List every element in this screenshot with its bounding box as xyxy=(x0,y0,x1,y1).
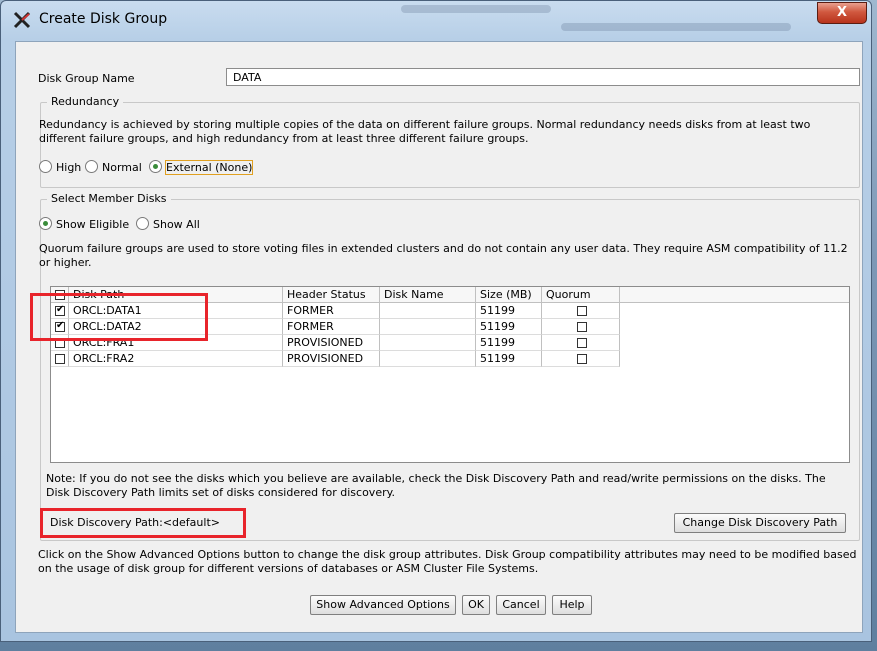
size-cell: 51199 xyxy=(476,351,542,367)
disk-name-cell xyxy=(380,351,476,367)
change-discovery-path-button[interactable]: Change Disk Discovery Path xyxy=(674,513,846,533)
header-status-cell: FORMER xyxy=(283,303,380,319)
size-cell: 51199 xyxy=(476,319,542,335)
redundancy-description: Redundancy is achieved by storing multip… xyxy=(39,118,811,145)
show-eligible-radio[interactable]: Show Eligible xyxy=(39,217,129,231)
close-button[interactable]: X xyxy=(817,2,867,24)
redundancy-group: Redundancy Redundancy is achieved by sto… xyxy=(39,95,860,188)
disk-name-cell xyxy=(380,335,476,351)
oracle-app-icon xyxy=(13,11,31,29)
quorum-checkbox[interactable] xyxy=(577,338,587,348)
disk-path-cell: ORCL:FRA2 xyxy=(69,351,283,367)
quorum-note: Quorum failure groups are used to store … xyxy=(39,242,848,269)
row-select-checkbox[interactable] xyxy=(55,354,65,364)
quorum-cell xyxy=(542,351,620,367)
column-header[interactable]: Disk Name xyxy=(380,287,476,303)
radio-icon xyxy=(85,160,98,173)
show-all-radio[interactable]: Show All xyxy=(136,217,200,231)
redundancy-normal-radio[interactable]: Normal xyxy=(85,160,142,174)
radio-icon xyxy=(136,217,149,230)
header-status-cell: FORMER xyxy=(283,319,380,335)
radio-icon xyxy=(39,160,52,173)
header-status-cell: PROVISIONED xyxy=(283,351,380,367)
redundancy-legend: Redundancy xyxy=(47,95,124,108)
table-row[interactable] xyxy=(51,351,69,367)
quorum-cell xyxy=(542,335,620,351)
size-cell: 51199 xyxy=(476,303,542,319)
column-header-filler xyxy=(620,287,849,303)
radio-selected-icon xyxy=(149,160,162,173)
advanced-options-note: Click on the Show Advanced Options butto… xyxy=(38,548,857,575)
quorum-cell xyxy=(542,303,620,319)
background-blur-2 xyxy=(561,23,791,31)
quorum-checkbox[interactable] xyxy=(577,322,587,332)
dialog-content: Disk Group Name DATA Redundancy Redundan… xyxy=(15,41,863,633)
header-status-cell: PROVISIONED xyxy=(283,335,380,351)
cancel-button[interactable]: Cancel xyxy=(496,595,546,615)
disk-group-name-label: Disk Group Name xyxy=(38,72,135,85)
quorum-cell xyxy=(542,319,620,335)
help-button[interactable]: Help xyxy=(552,595,592,615)
disk-name-cell xyxy=(380,303,476,319)
column-header[interactable]: Header Status xyxy=(283,287,380,303)
highlight-box-discovery-path xyxy=(40,508,246,538)
member-disks-legend: Select Member Disks xyxy=(47,192,171,205)
title-bar[interactable]: Create Disk Group X xyxy=(1,1,871,37)
size-cell: 51199 xyxy=(476,335,542,351)
background-blur xyxy=(401,5,551,13)
dialog-window: Create Disk Group X Disk Group Name DATA… xyxy=(0,0,872,642)
redundancy-high-radio[interactable]: High xyxy=(39,160,81,174)
highlight-box-disks xyxy=(30,293,208,341)
column-header[interactable]: Size (MB) xyxy=(476,287,542,303)
radio-selected-icon xyxy=(39,217,52,230)
redundancy-external-radio[interactable]: External (None) xyxy=(149,160,254,175)
ok-button[interactable]: OK xyxy=(462,595,490,615)
quorum-checkbox[interactable] xyxy=(577,306,587,316)
discovery-note: Note: If you do not see the disks which … xyxy=(46,472,826,499)
column-header[interactable]: Quorum xyxy=(542,287,620,303)
quorum-checkbox[interactable] xyxy=(577,354,587,364)
disk-group-name-input[interactable]: DATA xyxy=(226,68,860,86)
disk-name-cell xyxy=(380,319,476,335)
window-title: Create Disk Group xyxy=(39,11,168,27)
show-advanced-options-button[interactable]: Show Advanced Options xyxy=(310,595,456,615)
